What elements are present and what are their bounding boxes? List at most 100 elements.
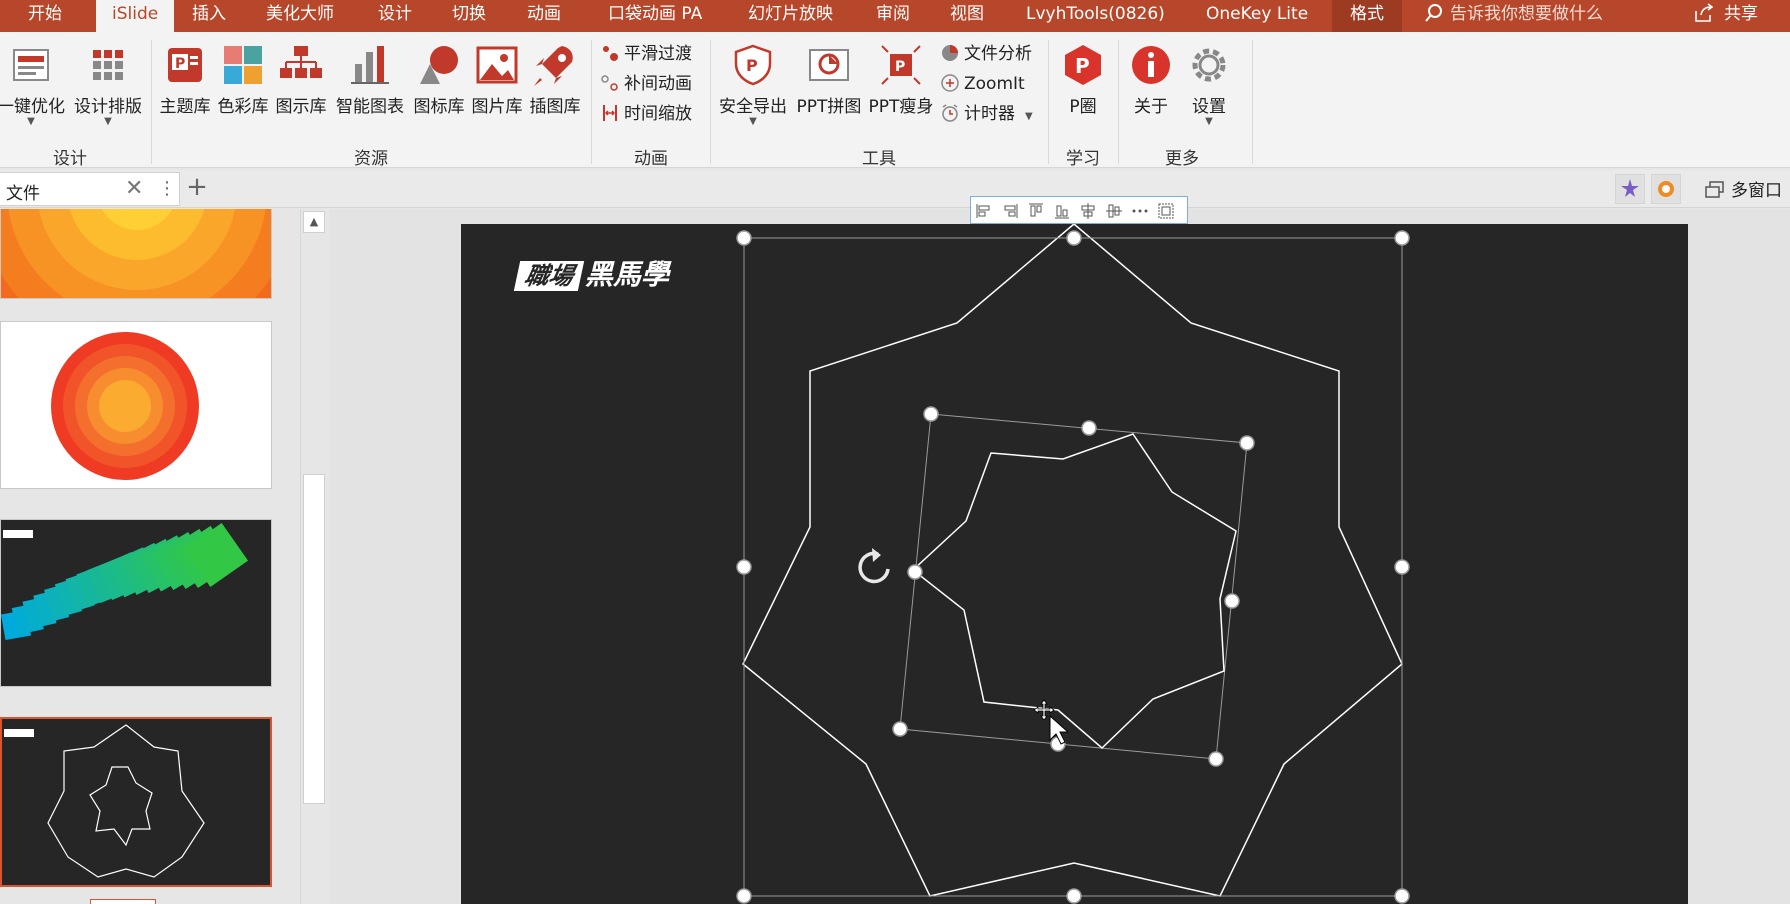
tab-lvyhtools[interactable]: LvyhTools(0826) <box>1026 0 1165 32</box>
one-click-optimize-button[interactable]: 一键优化 ▼ <box>0 42 66 127</box>
info-icon <box>1132 46 1170 84</box>
ppt-slim-button[interactable]: P PPT瘦身 <box>866 42 936 117</box>
tab-insert[interactable]: 插入 <box>192 0 226 32</box>
ppt-puzzle-button[interactable]: PPT拼图 <box>792 42 866 117</box>
align-toolbar <box>970 196 1188 224</box>
thumbnail-scrollbar[interactable]: ▲ <box>300 209 328 904</box>
tab-onekey[interactable]: OneKey Lite <box>1206 0 1308 32</box>
outer-selection-frame <box>743 237 1403 897</box>
gradient-squares-graphic <box>1 522 249 641</box>
diagram-library-button[interactable]: 图示库 <box>272 42 330 117</box>
design-layout-button[interactable]: 设计排版 ▼ <box>70 42 146 127</box>
tab-islide[interactable]: iSlide <box>96 0 175 32</box>
outer-star-shape[interactable] <box>742 224 1403 897</box>
smooth-transition-button[interactable]: 平滑过渡 <box>600 40 692 68</box>
smart-chart-button[interactable]: 智能图表 <box>332 42 408 117</box>
align-top-icon[interactable] <box>1027 202 1045 220</box>
illustration-library-button[interactable]: 插图库 <box>526 42 584 117</box>
document-tab-row: 文件 ✕ ⋮ + 多窗口 <box>0 170 1790 208</box>
resize-handle[interactable] <box>1394 559 1410 575</box>
picture-library-button[interactable]: 图片库 <box>468 42 526 117</box>
resize-handle[interactable] <box>1239 435 1255 451</box>
tab-format[interactable]: 格式 <box>1332 0 1402 32</box>
resize-handle[interactable] <box>892 721 908 737</box>
tell-me-search[interactable]: 告诉我你想要做什么 <box>1424 0 1603 32</box>
rocket-icon <box>534 46 573 86</box>
resize-handle[interactable] <box>736 230 752 246</box>
tab-slideshow[interactable]: 幻灯片放映 <box>748 0 833 32</box>
resize-handle[interactable] <box>1394 230 1410 246</box>
slide-thumbnail-4[interactable] <box>0 717 272 887</box>
inner-star-shape[interactable] <box>911 433 1237 750</box>
smooth-transition-icon <box>603 46 618 61</box>
slide-thumbnail-5-edge[interactable] <box>90 899 156 904</box>
distribute-icon[interactable] <box>1131 202 1149 220</box>
tab-transitions[interactable]: 切换 <box>452 0 486 32</box>
close-icon[interactable]: ✕ <box>125 176 143 201</box>
plus-icon[interactable]: + <box>184 172 210 206</box>
slide-thumbnail-3[interactable] <box>0 519 272 687</box>
slide-thumbnail-1[interactable] <box>0 209 272 299</box>
tools-group-label: 工具 <box>862 149 896 169</box>
more-vertical-icon[interactable]: ⋮ <box>158 178 176 199</box>
align-middle-icon[interactable] <box>1105 202 1123 220</box>
group-align-icon[interactable] <box>1157 202 1175 220</box>
resize-handle[interactable] <box>1224 593 1240 609</box>
svg-text:P: P <box>895 59 905 75</box>
share-button[interactable]: 共享 <box>1694 0 1758 32</box>
resize-handle[interactable] <box>923 406 939 422</box>
tween-animation-label: 补间动画 <box>624 74 692 94</box>
tab-pocket-animation[interactable]: 口袋动画 PA <box>608 0 702 32</box>
tab-design[interactable]: 设计 <box>378 0 412 32</box>
resize-handle[interactable] <box>736 888 752 904</box>
rotate-icon[interactable] <box>858 548 890 584</box>
tab-animations[interactable]: 动画 <box>527 0 561 32</box>
sun-icon[interactable] <box>1651 174 1681 204</box>
timer-button[interactable]: 计时器 ▼ <box>940 100 1033 128</box>
tab-home[interactable]: 开始 <box>28 0 62 32</box>
windows-icon <box>1705 181 1724 198</box>
about-button[interactable]: 关于 <box>1124 42 1178 117</box>
scrollbar-thumb[interactable] <box>303 474 325 804</box>
resize-handle[interactable] <box>907 564 923 580</box>
multi-window-button[interactable]: 多窗口 <box>1705 176 1782 201</box>
resize-handle[interactable] <box>1066 888 1082 904</box>
time-scale-button[interactable]: 时间缩放 <box>600 100 692 128</box>
align-left-icon[interactable] <box>975 202 993 220</box>
shield-icon: P <box>734 44 772 86</box>
slide[interactable]: 職場 黑馬學 <box>461 224 1688 904</box>
color-library-button[interactable]: 色彩库 <box>214 42 272 117</box>
scroll-up-icon[interactable]: ▲ <box>303 211 325 233</box>
align-bottom-icon[interactable] <box>1053 202 1071 220</box>
resize-handle[interactable] <box>736 559 752 575</box>
resize-handle[interactable] <box>1066 230 1082 246</box>
p-circle-button[interactable]: P P圈 <box>1054 42 1112 117</box>
file-analysis-button[interactable]: 文件分析 <box>940 40 1032 68</box>
tab-meihua[interactable]: 美化大师 <box>266 0 334 32</box>
picture-icon <box>476 46 518 84</box>
resize-handle[interactable] <box>1394 888 1410 904</box>
file-analysis-label: 文件分析 <box>964 44 1032 64</box>
safe-export-button[interactable]: P 安全导出 ▼ <box>714 42 792 127</box>
settings-button[interactable]: 设置 ▼ <box>1180 42 1238 127</box>
magic-wand-icon[interactable] <box>1615 174 1645 204</box>
icon-library-button[interactable]: 图标库 <box>410 42 468 117</box>
align-right-icon[interactable] <box>1001 202 1019 220</box>
move-cursor-icon <box>1033 699 1070 745</box>
slide-thumbnail-2[interactable] <box>0 321 272 489</box>
tab-review[interactable]: 审阅 <box>876 0 910 32</box>
shapes-icon <box>420 46 458 84</box>
alarm-clock-icon <box>942 104 958 122</box>
document-tab[interactable]: 文件 ✕ ⋮ <box>0 172 180 206</box>
theme-library-button[interactable]: P 主题库 <box>156 42 214 117</box>
tween-animation-button[interactable]: 补间动画 <box>600 70 692 98</box>
slide-shapes <box>736 224 1410 904</box>
share-icon <box>1695 3 1714 22</box>
resize-handle[interactable] <box>1081 420 1097 436</box>
icon-library-label: 图标库 <box>413 97 465 117</box>
tab-view[interactable]: 视图 <box>950 0 984 32</box>
zoomit-label: ZoomIt <box>964 74 1025 94</box>
zoomit-button[interactable]: ZoomIt <box>940 70 1025 98</box>
resize-handle[interactable] <box>1208 751 1224 767</box>
align-center-icon[interactable] <box>1079 202 1097 220</box>
